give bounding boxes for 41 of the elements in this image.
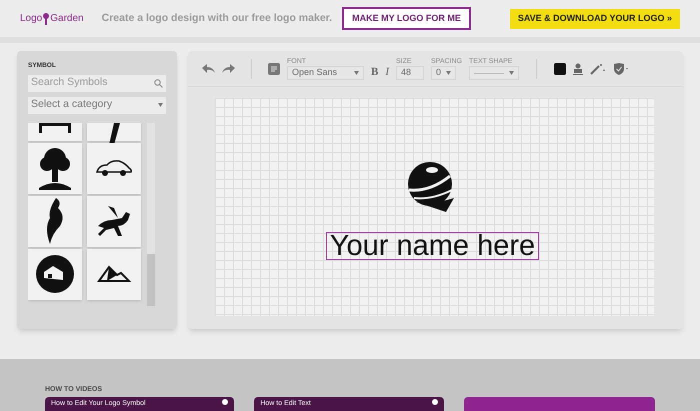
symbol-tile[interactable]: [28, 248, 82, 300]
selected-text[interactable]: Your name here: [326, 232, 540, 260]
design-canvas[interactable]: Your name here: [215, 98, 654, 316]
italic-button[interactable]: I: [385, 64, 390, 81]
tree-icon: [37, 146, 73, 190]
category-select[interactable]: Select a category: [28, 96, 166, 114]
caret-icon: [354, 71, 359, 75]
shield-icon[interactable]: [613, 62, 630, 74]
save-download-button[interactable]: SAVE & DOWNLOAD YOUR LOGO »: [510, 8, 680, 28]
logo[interactable]: Logo Garden: [20, 11, 84, 26]
stamp-icon[interactable]: [573, 62, 584, 74]
car-icon: [95, 159, 133, 178]
caret-icon: [158, 103, 163, 108]
symbol-tile[interactable]: [28, 142, 82, 194]
symbol-tile[interactable]: [87, 248, 141, 300]
undo-icon[interactable]: [202, 64, 215, 73]
symbol-tile[interactable]: [28, 196, 82, 247]
tagline: Create a logo design with our free logo maker.: [102, 10, 332, 26]
size-field[interactable]: 48: [396, 66, 424, 80]
symbol-tile[interactable]: [87, 142, 141, 194]
mountain-icon: [97, 265, 131, 284]
search-icon: [154, 78, 163, 88]
color-swatch[interactable]: [554, 62, 566, 74]
info-icon: [222, 399, 228, 405]
caret-icon: [446, 71, 452, 75]
symbol-tile[interactable]: [87, 196, 141, 247]
bold-button[interactable]: B: [371, 64, 378, 81]
redo-icon[interactable]: [222, 64, 235, 73]
spacing-select[interactable]: 0: [431, 66, 456, 80]
symbol-tile[interactable]: [87, 122, 141, 141]
pole-icon: [108, 122, 120, 145]
magic-wand-icon[interactable]: [590, 62, 606, 74]
search-field[interactable]: Search Symbols: [28, 74, 166, 92]
caret-icon: [509, 71, 514, 75]
font-select[interactable]: Open Sans: [287, 66, 364, 80]
text-align-icon[interactable]: [268, 62, 280, 74]
make-logo-button[interactable]: MAKE MY LOGO FOR ME: [342, 7, 471, 30]
house-emblem-icon: [35, 254, 75, 294]
scrollbar[interactable]: [147, 122, 155, 306]
info-icon: [432, 399, 438, 405]
symbol-tile[interactable]: [28, 122, 82, 141]
